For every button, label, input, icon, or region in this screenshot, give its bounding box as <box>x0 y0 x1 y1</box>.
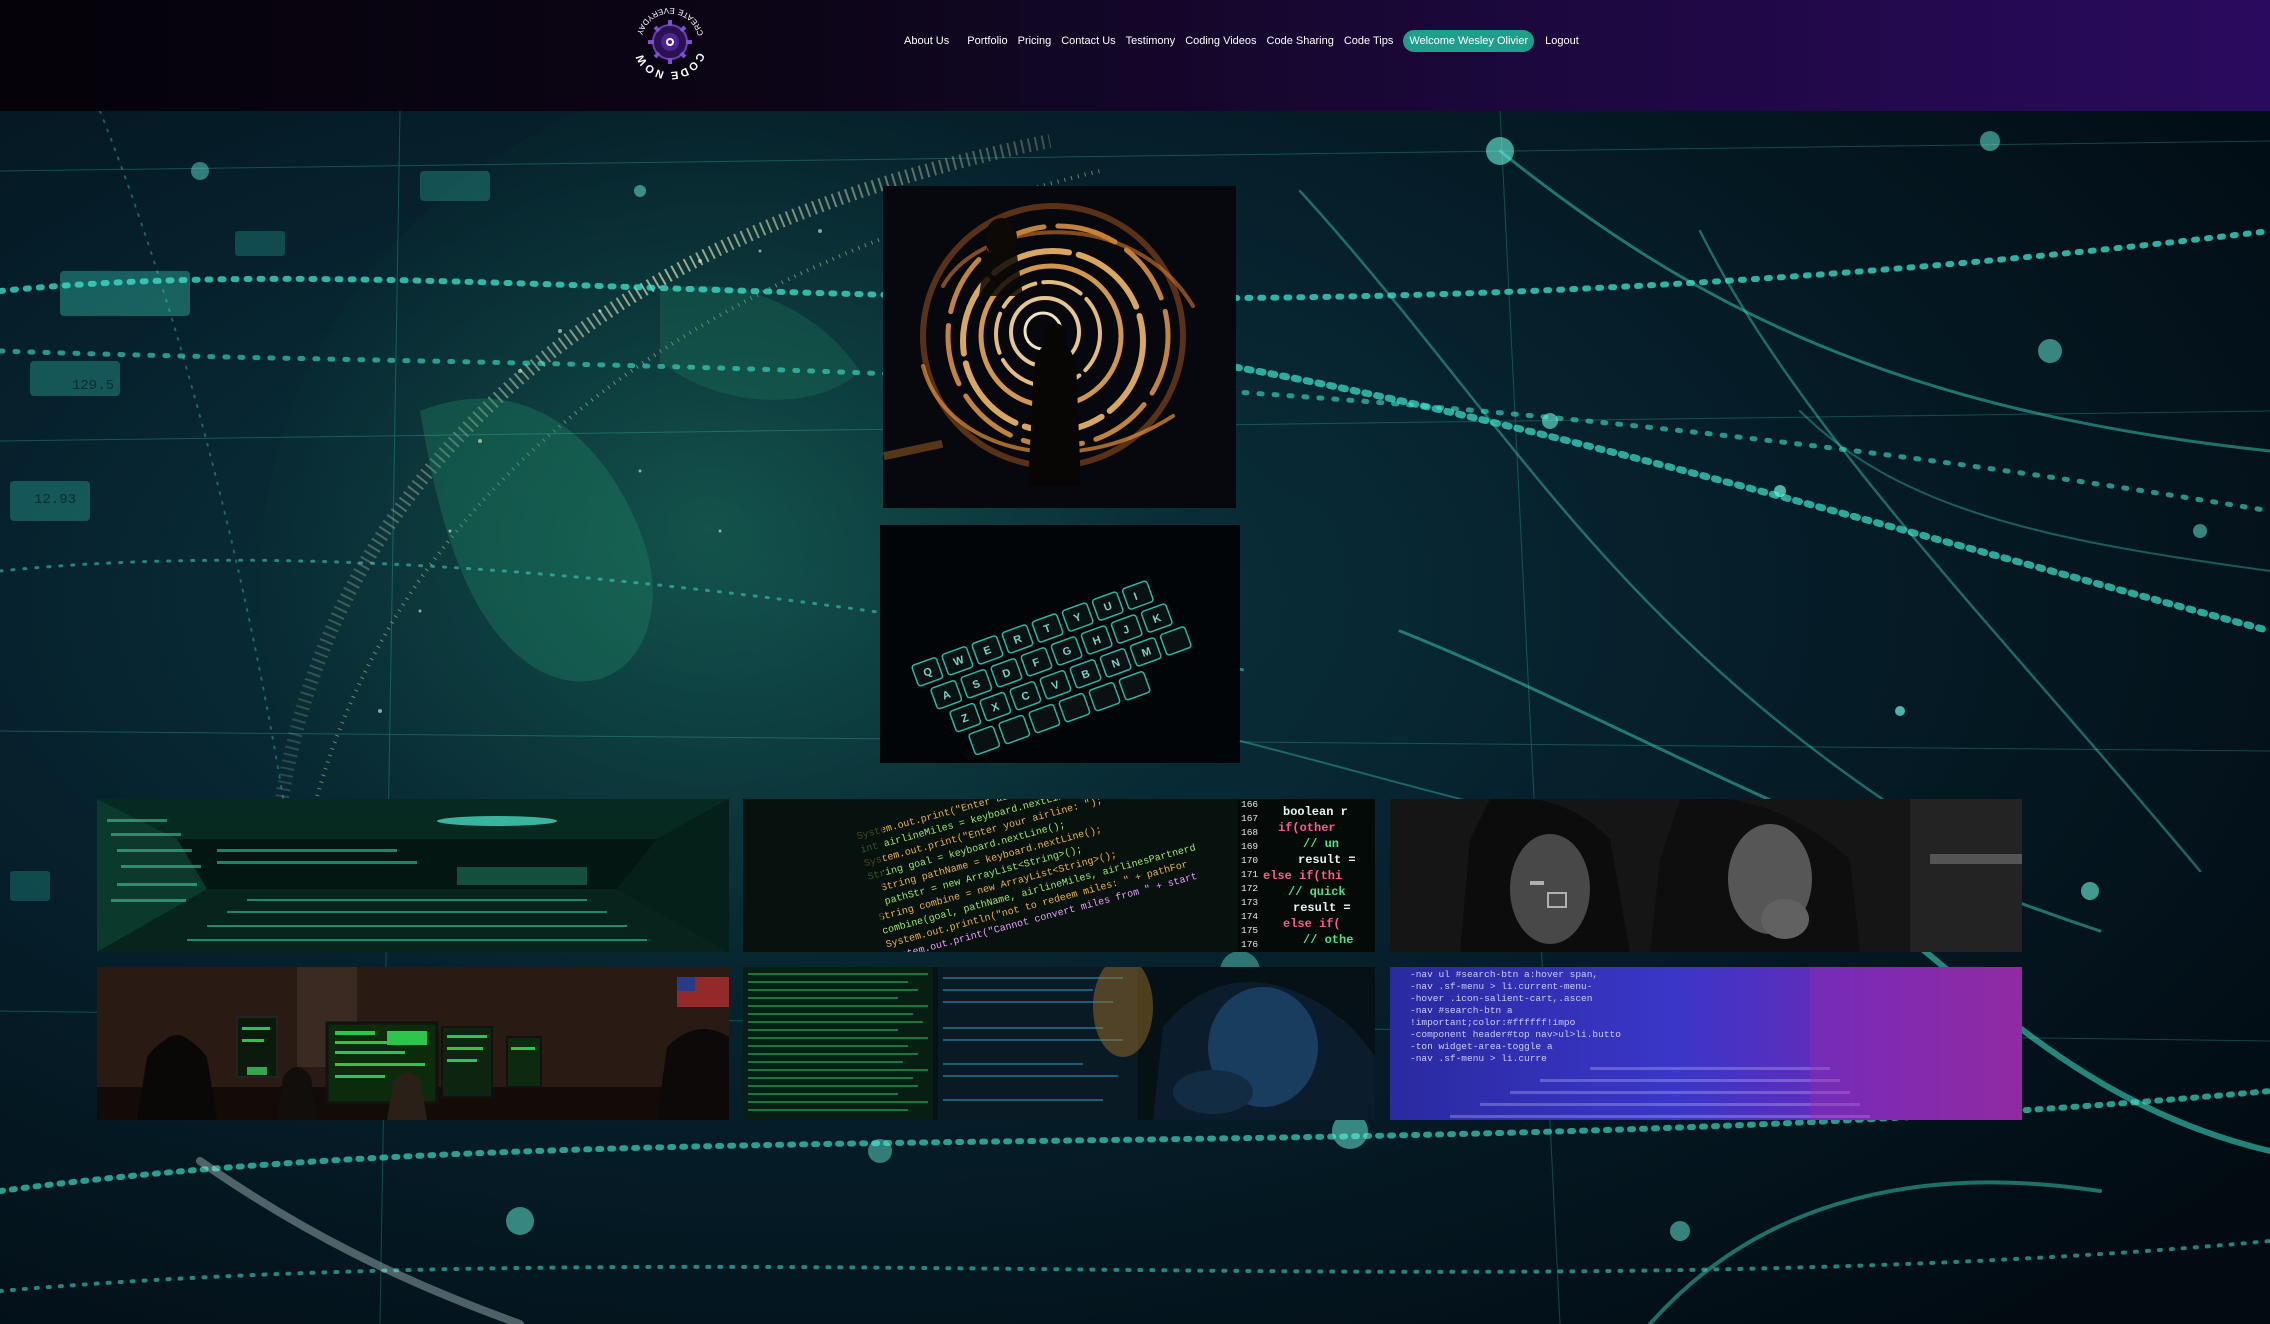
line-number: 175 <box>1241 925 1258 936</box>
nav-testimony[interactable]: Testimony <box>1126 30 1176 52</box>
code-right: boolean r <box>1283 805 1348 819</box>
css-line: -nav .sf-menu > li.curre <box>1410 1053 1547 1064</box>
nav-coding-videos[interactable]: Coding Videos <box>1185 30 1256 52</box>
css-line: -nav #search-btn a <box>1410 1005 1513 1016</box>
css-line: -component header#top nav>ul>li.butto <box>1410 1029 1621 1040</box>
nav-about-us[interactable]: About Us <box>904 30 949 52</box>
gear-brain-logo-icon: CODE NOW CREATE EVERYDAY <box>633 6 706 81</box>
code-right: // quick <box>1288 885 1346 899</box>
java-code-screen-photo[interactable]: 166 167 168 169 170 171 172 173 174 175 … <box>743 799 1375 952</box>
world-label-2: 12.93 <box>34 492 76 508</box>
css-line: -hover .icon-salient-cart,.ascen <box>1410 993 1592 1004</box>
line-number: 171 <box>1241 869 1258 880</box>
hooded-people-photo[interactable] <box>1390 799 2022 952</box>
binary-code-room-photo[interactable] <box>97 799 729 952</box>
nav-contact-us[interactable]: Contact Us <box>1061 30 1115 52</box>
code-right: if(other <box>1278 821 1336 835</box>
hacker-team-photo[interactable] <box>97 967 729 1120</box>
code-right: result = <box>1298 853 1356 867</box>
nav-portfolio[interactable]: Portfolio <box>967 30 1007 52</box>
code-right: else if(thi <box>1263 869 1342 883</box>
line-number: 174 <box>1241 911 1258 922</box>
main-nav: About Us Portfolio Pricing Contact Us Te… <box>904 29 1589 53</box>
nav-code-sharing[interactable]: Code Sharing <box>1267 30 1334 52</box>
css-line: !important;color:#ffffff!impo <box>1410 1017 1576 1028</box>
line-number: 173 <box>1241 897 1258 908</box>
top-header: CODE NOW CREATE EVERYDAY About Us Portfo… <box>0 0 2270 111</box>
glowing-keyboard-photo[interactable]: QWER TYUI ASDF GHJK ZXCV BNM <box>880 525 1240 763</box>
purple-code-blur-photo[interactable]: -nav ul #search-btn a:hover span, -nav .… <box>1390 967 2022 1120</box>
css-line: -nav .sf-menu > li.current-menu- <box>1410 981 1592 992</box>
nav-code-tips[interactable]: Code Tips <box>1344 30 1394 52</box>
css-line: -ton widget-area-toggle a <box>1410 1041 1553 1052</box>
line-number: 172 <box>1241 883 1258 894</box>
nav-pricing[interactable]: Pricing <box>1018 30 1052 52</box>
site-logo[interactable]: CODE NOW CREATE EVERYDAY <box>626 0 714 82</box>
programmer-monitors-photo[interactable] <box>743 967 1375 1120</box>
page: CODE NOW CREATE EVERYDAY About Us Portfo… <box>0 0 2270 1324</box>
welcome-user-badge[interactable]: Welcome Wesley Olivier <box>1403 30 1535 52</box>
line-number: 176 <box>1241 939 1258 950</box>
code-right: else if( <box>1283 917 1341 931</box>
line-number: 168 <box>1241 827 1258 838</box>
line-number: 169 <box>1241 841 1258 852</box>
line-number: 167 <box>1241 813 1258 824</box>
line-number: 170 <box>1241 855 1258 866</box>
world-label-1: 129.5 <box>72 378 114 394</box>
light-vortex-photo[interactable] <box>883 186 1236 508</box>
line-number: 166 <box>1241 799 1258 810</box>
nav-logout[interactable]: Logout <box>1545 30 1579 52</box>
css-line: -nav ul #search-btn a:hover span, <box>1410 969 1598 980</box>
code-right: result = <box>1293 901 1351 915</box>
code-right: // othe <box>1303 933 1353 947</box>
code-right: // un <box>1303 837 1339 851</box>
